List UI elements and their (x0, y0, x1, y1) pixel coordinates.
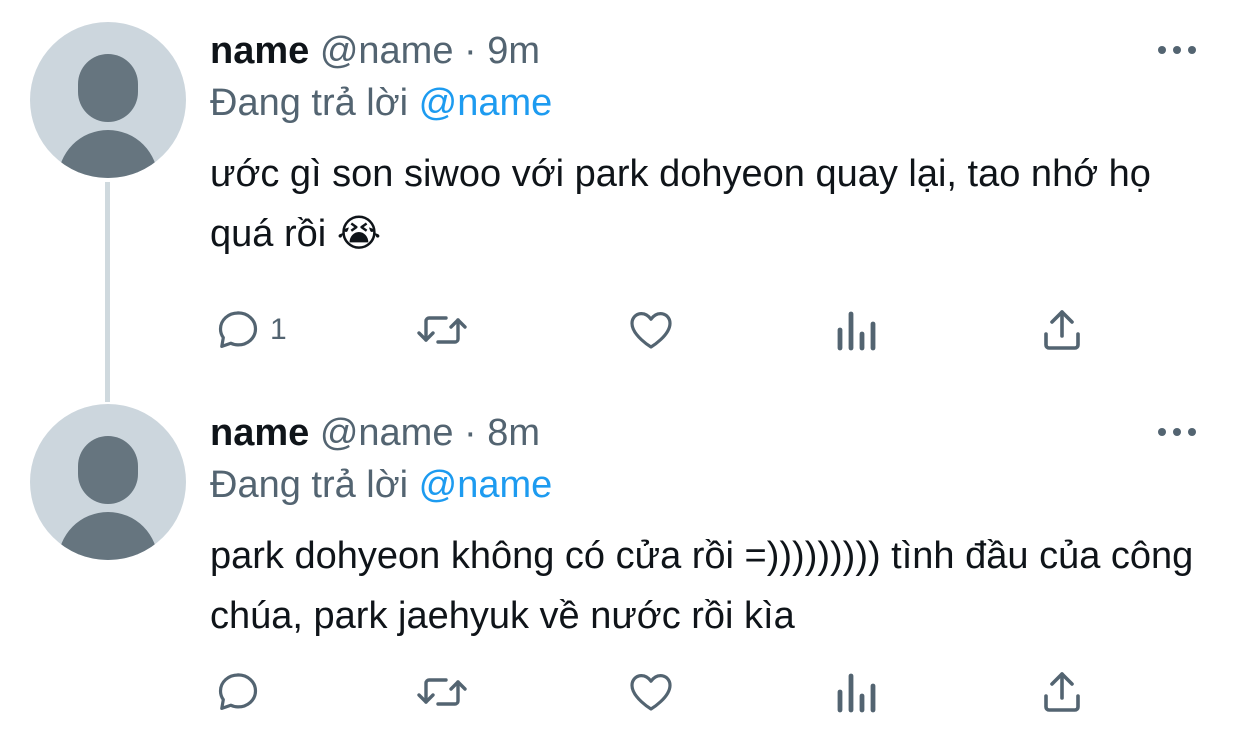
tweet-header: name @name · 8m (210, 410, 540, 456)
share-button[interactable] (1040, 302, 1084, 358)
separator-dot: · (464, 30, 477, 72)
tweet-actions: 1 (0, 302, 1242, 358)
avatar-shoulders (58, 130, 158, 178)
more-icon[interactable] (1158, 422, 1200, 442)
display-name[interactable]: name (210, 412, 309, 454)
avatar[interactable] (30, 404, 186, 560)
avatar-head (78, 436, 138, 504)
tweet-actions (0, 664, 1242, 720)
user-handle[interactable]: @name (320, 412, 454, 454)
reply-button[interactable]: 1 (214, 302, 287, 358)
replying-to: Đang trả lời @name (210, 462, 552, 508)
replying-to: Đang trả lời @name (210, 80, 552, 126)
tweet-text: park dohyeon không có cửa rồi =)))))))))… (210, 535, 1194, 637)
replying-to-label: Đang trả lời (210, 82, 409, 124)
reply-icon (218, 673, 258, 710)
share-icon (1044, 672, 1080, 712)
thread-connector-line (105, 182, 110, 402)
like-icon (630, 312, 672, 349)
timestamp[interactable]: 9m (487, 30, 540, 72)
more-icon[interactable] (1158, 40, 1200, 60)
share-icon (1044, 310, 1080, 350)
share-button[interactable] (1040, 664, 1084, 720)
user-handle[interactable]: @name (320, 30, 454, 72)
separator-dot: · (464, 412, 477, 454)
retweet-button[interactable] (414, 302, 470, 358)
replying-to-label: Đang trả lời (210, 464, 409, 506)
avatar-shoulders (58, 512, 158, 560)
analytics-button[interactable] (834, 664, 878, 720)
timestamp[interactable]: 8m (487, 412, 540, 454)
like-button[interactable] (626, 302, 676, 358)
retweet-icon (417, 316, 467, 344)
analytics-icon (837, 311, 876, 351)
analytics-button[interactable] (834, 302, 878, 358)
replying-to-mention[interactable]: @name (419, 82, 553, 124)
reply-icon (218, 311, 258, 348)
reply-count: 1 (270, 313, 287, 346)
like-icon (630, 674, 672, 711)
tweet-header: name @name · 9m (210, 28, 540, 74)
like-button[interactable] (626, 664, 676, 720)
display-name[interactable]: name (210, 30, 309, 72)
analytics-icon (837, 673, 876, 713)
reply-button[interactable] (214, 664, 270, 720)
retweet-icon (417, 678, 467, 706)
retweet-button[interactable] (414, 664, 470, 720)
avatar-head (78, 54, 138, 122)
avatar[interactable] (30, 22, 186, 178)
tweet-text: ước gì son siwoo với park dohyeon quay l… (210, 153, 1151, 255)
replying-to-mention[interactable]: @name (419, 464, 553, 506)
